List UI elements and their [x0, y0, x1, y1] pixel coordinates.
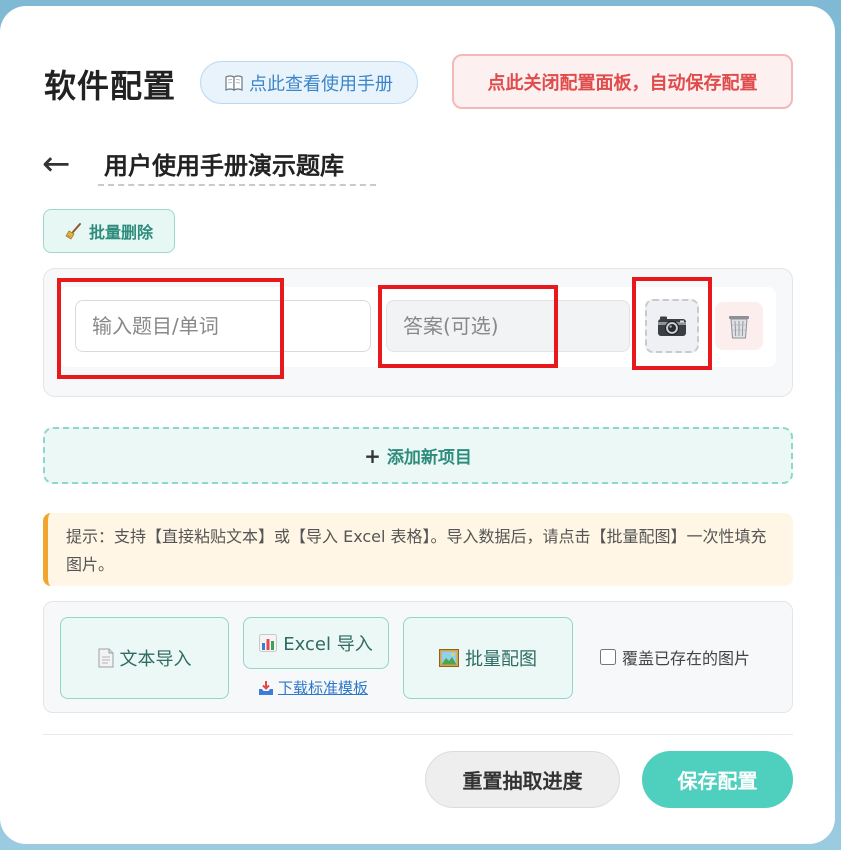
user-manual-label: 点此查看使用手册	[249, 73, 393, 95]
excel-import-button[interactable]: Excel 导入	[243, 617, 389, 669]
footer-divider	[43, 734, 793, 735]
delete-item-button[interactable]	[715, 302, 763, 350]
text-import-button[interactable]: 文本导入	[60, 617, 229, 699]
text-import-label: 文本导入	[119, 649, 192, 670]
broom-icon	[65, 222, 83, 240]
camera-icon	[657, 315, 687, 337]
download-template-label: 下载标准模板	[278, 679, 369, 697]
bar-chart-icon	[259, 634, 278, 652]
book-icon	[225, 74, 243, 91]
add-image-button[interactable]	[645, 299, 699, 353]
config-panel: 软件配置 点此查看使用手册 点此关闭配置面板，自动保存配置 ← 批量删除	[0, 6, 835, 844]
picture-icon	[439, 649, 459, 667]
plus-icon: +	[364, 443, 381, 468]
user-manual-button[interactable]: 点此查看使用手册	[200, 61, 418, 104]
trash-icon	[728, 313, 750, 339]
overwrite-images-label: 覆盖已存在的图片	[622, 649, 751, 668]
download-tray-icon	[258, 680, 274, 696]
batch-delete-label: 批量删除	[88, 223, 153, 242]
item-list	[43, 268, 793, 397]
excel-import-label: Excel 导入	[283, 634, 373, 655]
download-template-link[interactable]: 下载标准模板	[258, 677, 368, 698]
deck-title-input[interactable]	[98, 142, 376, 186]
tip-banner: 提示：支持【直接粘贴文本】或【导入 Excel 表格】。导入数据后，请点击【批量…	[43, 513, 793, 586]
import-section: 文本导入 Excel 导入 下载标准模板 批量配图 覆盖已存在的图片	[43, 601, 793, 713]
question-input[interactable]	[75, 300, 371, 352]
left-arrow-icon[interactable]: ←	[42, 144, 71, 184]
save-config-button[interactable]: 保存配置	[642, 751, 793, 808]
tip-text: 提示：支持【直接粘贴文本】或【导入 Excel 表格】。导入数据后，请点击【批量…	[66, 527, 767, 574]
page-title: 软件配置	[44, 67, 177, 105]
close-panel-button[interactable]: 点此关闭配置面板，自动保存配置	[452, 54, 793, 109]
batch-image-label: 批量配图	[465, 649, 537, 670]
document-icon	[98, 648, 114, 668]
overwrite-images-option[interactable]: 覆盖已存在的图片	[600, 645, 750, 669]
list-item	[60, 287, 776, 367]
batch-image-button[interactable]: 批量配图	[403, 617, 573, 699]
overwrite-images-checkbox[interactable]	[600, 649, 616, 665]
add-item-button[interactable]: + 添加新项目	[43, 427, 793, 484]
batch-delete-button[interactable]: 批量删除	[43, 209, 175, 253]
reset-progress-button[interactable]: 重置抽取进度	[425, 751, 620, 808]
add-item-label: 添加新项目	[386, 448, 472, 468]
answer-input[interactable]	[386, 300, 630, 352]
